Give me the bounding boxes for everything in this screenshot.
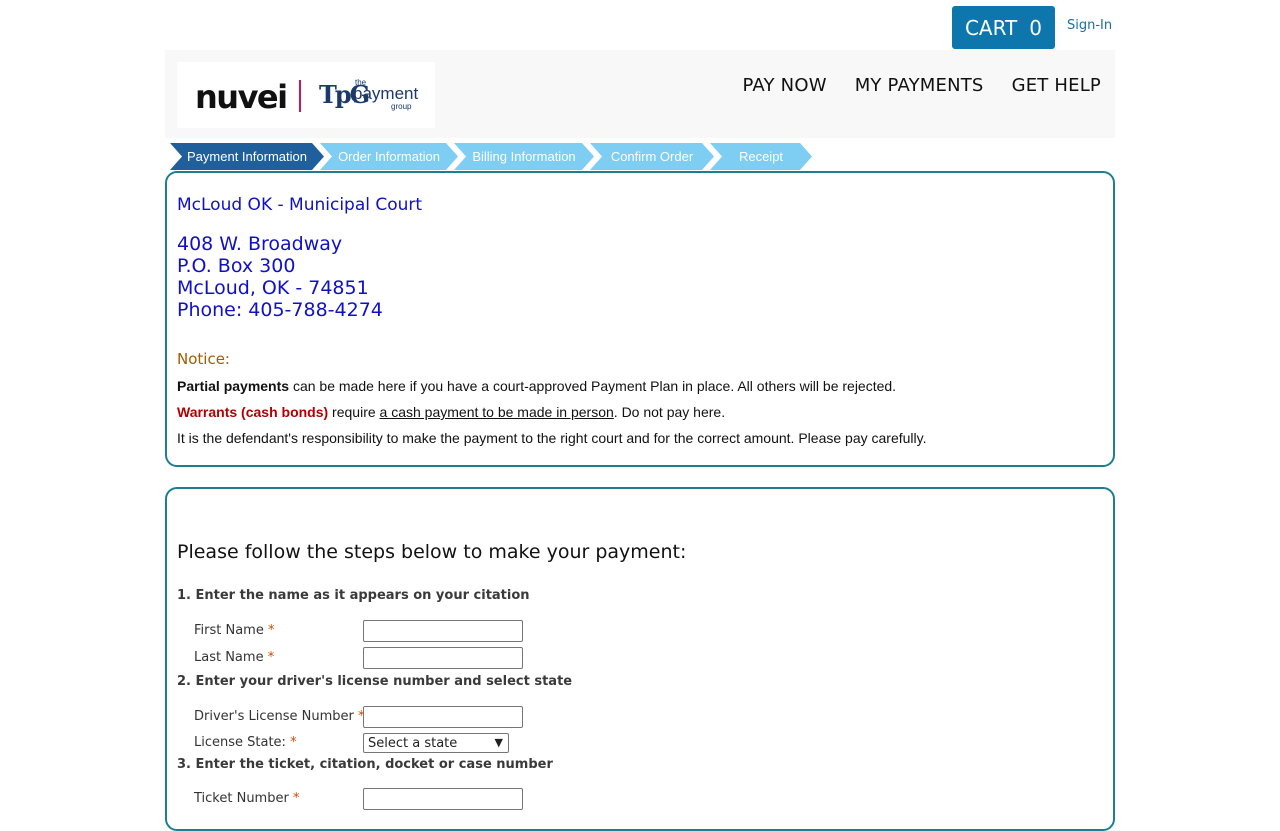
notice-responsibility: It is the defendant's responsibility to … [177,430,927,446]
address-line-3: McLoud, OK - 74851 [177,277,369,299]
required-marker: * [267,623,275,638]
step-label: Receipt [738,149,784,164]
address-line-2: P.O. Box 300 [177,255,296,277]
nav-get-help[interactable]: GET HELP [1012,75,1101,96]
step-label: Payment Information [187,149,307,164]
required-marker: * [290,735,297,750]
cart-count: 0 [1029,15,1043,40]
license-number-input[interactable] [363,706,523,728]
logo-divider [299,80,301,112]
partial-payments-text: can be made here if you have a court-app… [289,378,897,394]
warrants-mid: require [328,404,380,420]
license-number-text: Driver's License Number [194,709,354,724]
chevron-down-icon: ▼ [494,736,503,749]
ticket-number-input[interactable] [363,788,523,810]
court-info-card: McLoud OK - Municipal Court 408 W. Broad… [165,171,1115,467]
license-number-label: Driver's License Number * [194,709,365,724]
nuvei-tpg-logo[interactable]: nuvei TpG the payment group [177,62,435,128]
required-marker: * [267,650,275,665]
nuvei-wordmark: nuvei [195,78,288,116]
license-state-select[interactable]: Select a state ▼ [363,733,509,753]
sign-in-link[interactable]: Sign-In [1067,18,1112,33]
notice-title: Notice: [177,350,230,368]
first-name-text: First Name [194,623,264,638]
payment-steps-card: Please follow the steps below to make yo… [165,487,1115,831]
notice-warrants: Warrants (cash bonds) require a cash pay… [177,404,725,420]
step-order-information: Order Information [320,143,458,170]
license-state-text: License State: [194,735,286,750]
warrants-bold: Warrants (cash bonds) [177,404,329,420]
site-header: nuvei TpG the payment group PAY NOW MY P… [165,50,1115,138]
first-name-label: First Name * [194,623,274,638]
step-label: Confirm Order [610,149,694,164]
last-name-input[interactable] [363,647,523,669]
notice-partial-payments: Partial payments can be made here if you… [177,378,896,394]
required-marker: * [292,791,300,806]
step3-label: 3. Enter the ticket, citation, docket or… [177,757,553,772]
last-name-text: Last Name [194,650,264,665]
ticket-number-label: Ticket Number * [194,791,299,806]
cart-button[interactable]: CART 0 [952,6,1055,49]
tpg-payment-text: payment [353,84,419,103]
cash-payment-link[interactable]: a cash payment to be made in person [380,404,614,420]
tpg-group-text: group [391,102,412,111]
first-name-input[interactable] [363,620,523,642]
step-label: Order Information [338,149,440,164]
court-name: McLoud OK - Municipal Court [177,195,423,215]
nav-pay-now[interactable]: PAY NOW [743,75,827,96]
cart-label: CART [964,15,1018,40]
step-billing-information: Billing Information [454,143,594,170]
license-state-label: License State: * [194,735,297,750]
last-name-label: Last Name * [194,650,274,665]
court-phone: Phone: 405-788-4274 [177,299,383,321]
step1-label: 1. Enter the name as it appears on your … [177,588,530,603]
partial-payments-bold: Partial payments [177,378,290,394]
step2-label: 2. Enter your driver's license number an… [177,674,573,689]
license-state-value: Select a state [368,735,458,751]
ticket-number-text: Ticket Number [194,791,289,806]
court-address: 408 W. Broadway P.O. Box 300 McLoud, OK … [177,233,383,321]
main-nav: PAY NOW MY PAYMENTS GET HELP [743,75,1101,96]
step-payment-information: Payment Information [170,143,324,170]
step-confirm-order: Confirm Order [590,143,714,170]
nav-my-payments[interactable]: MY PAYMENTS [855,75,984,96]
form-title: Please follow the steps below to make yo… [177,541,687,563]
step-label: Billing Information [472,149,576,164]
address-line-1: 408 W. Broadway [177,233,343,255]
step-receipt: Receipt [710,143,812,170]
warrants-end: . Do not pay here. [613,404,726,420]
